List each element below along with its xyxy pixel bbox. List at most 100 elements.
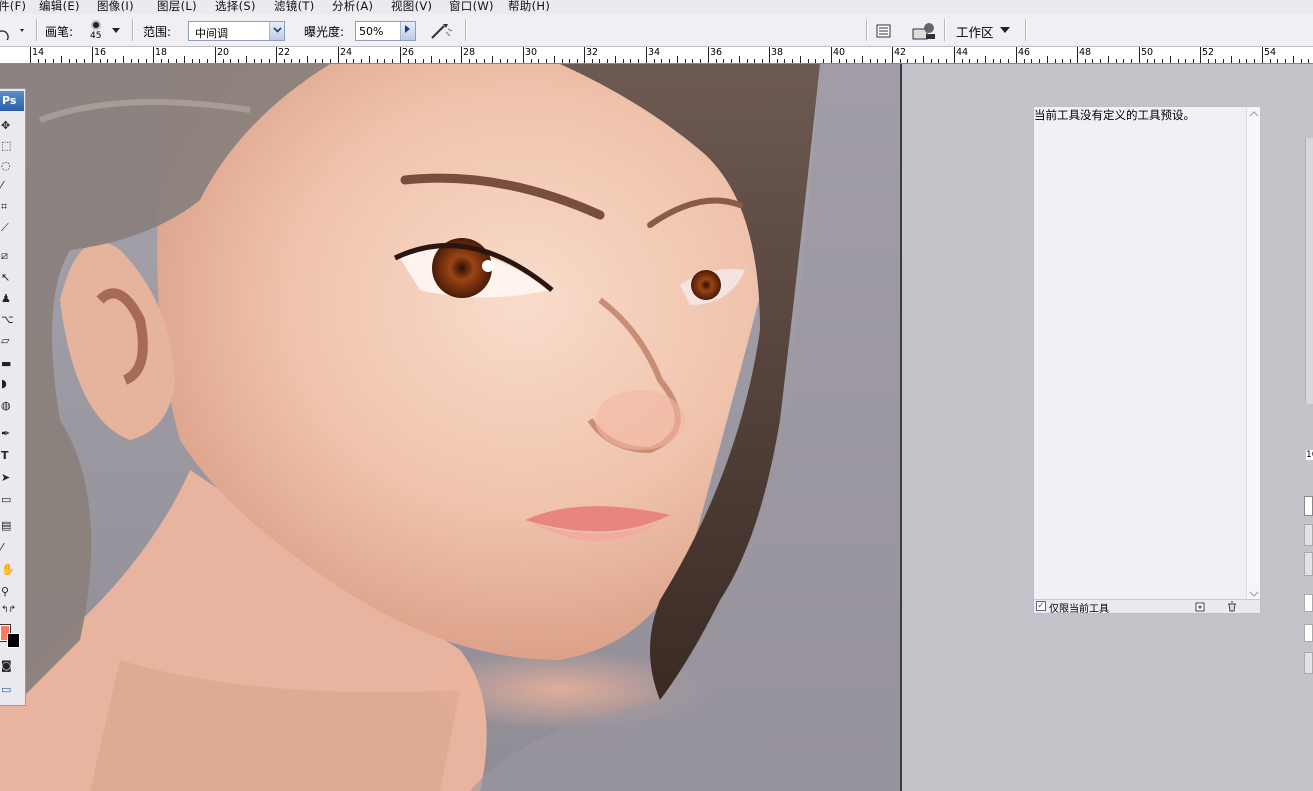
brush-preview-icon <box>91 20 101 30</box>
menu-image[interactable]: 图像(I) <box>97 0 134 14</box>
ruler-tick <box>500 59 501 63</box>
hand-icon[interactable]: ✋ <box>0 563 20 581</box>
ruler-tick <box>1215 59 1216 63</box>
ruler-tick <box>747 59 748 63</box>
ruler-tick <box>685 59 686 63</box>
ruler-tick <box>870 59 871 63</box>
ruler-label: 20 <box>217 47 230 58</box>
tool-preset-picker[interactable] <box>0 22 30 44</box>
quick-mask-icon[interactable]: ◙ <box>0 659 20 677</box>
palette-well-button[interactable] <box>874 22 894 40</box>
blur-icon[interactable]: ◗ <box>0 377 20 395</box>
new-preset-icon[interactable] <box>1194 601 1206 612</box>
preset-footer: ✓ 仅限当前工具 <box>1034 599 1260 615</box>
ruler-tick <box>977 59 978 63</box>
ruler-tick <box>985 56 986 63</box>
ruler-tick <box>1270 59 1271 63</box>
dodge-icon[interactable]: ◍ <box>0 399 20 417</box>
delete-preset-icon[interactable] <box>1226 601 1238 612</box>
menu-analysis[interactable]: 分析(A) <box>332 0 373 14</box>
current-tool-only-checkbox[interactable]: ✓ <box>1036 601 1046 611</box>
ruler-tick <box>131 59 132 63</box>
menu-help[interactable]: 帮助(H) <box>508 0 550 14</box>
clone-stamp-icon[interactable]: ♟ <box>0 292 20 310</box>
ruler-tick <box>562 59 563 63</box>
ruler-tick <box>1047 56 1048 63</box>
document-canvas[interactable] <box>0 64 900 791</box>
ruler-tick <box>1000 59 1001 63</box>
history-brush-icon[interactable]: ⌥ <box>0 313 20 331</box>
move-icon[interactable]: ✥ <box>0 119 20 137</box>
ruler-tick <box>1301 59 1302 63</box>
ruler-tick <box>531 59 532 63</box>
brush-icon[interactable]: ↖ <box>0 271 20 289</box>
healing-brush-icon[interactable]: ⧄ <box>0 249 20 267</box>
ruler-tick <box>276 47 277 63</box>
notes-icon[interactable]: ▤ <box>0 519 20 537</box>
type-icon[interactable]: T <box>0 449 20 467</box>
exposure-value: 50% <box>359 25 384 38</box>
swap-colors-icon[interactable]: ↰↱ <box>0 605 20 623</box>
current-tool-only-label: 仅限当前工具 <box>1049 604 1109 615</box>
ruler-tick <box>1085 59 1086 63</box>
screen-mode-icon[interactable]: ▭ <box>0 683 20 701</box>
ruler-tick <box>716 59 717 63</box>
ruler-tick <box>377 59 378 63</box>
menu-window[interactable]: 窗口(W) <box>449 0 494 14</box>
exposure-slider-button[interactable] <box>400 22 415 40</box>
brush-picker[interactable]: 45 <box>84 18 124 44</box>
path-select-icon[interactable]: ➤ <box>0 471 20 489</box>
ruler-tick <box>577 59 578 63</box>
magic-wand-icon[interactable]: ⁄ <box>0 179 20 197</box>
gradient-icon[interactable]: ▬ <box>0 357 20 375</box>
ruler-tick <box>207 59 208 63</box>
range-dropdown-button[interactable] <box>269 22 284 40</box>
workspace-label: 工作区 <box>956 25 994 40</box>
workspace-menu[interactable]: 工作区 <box>956 22 1016 40</box>
ruler-tick <box>615 56 616 63</box>
ruler-label: 30 <box>525 47 538 58</box>
ruler-tick <box>900 59 901 63</box>
ruler-tick <box>1277 59 1278 63</box>
zoom-icon[interactable]: ⚲ <box>0 585 20 603</box>
ruler-tick <box>461 47 462 63</box>
crop-icon[interactable]: ⌗ <box>0 200 20 218</box>
ruler-tick <box>731 59 732 63</box>
ruler-tick <box>161 59 162 63</box>
toolbox: Ps ✥ ⬚ ◌ ⁄ ⌗ ⟋ ⧄ ↖ ♟ ⌥ ▱ ▬ ◗ ◍ ✒ T ➤ ▭ ▤… <box>0 88 26 706</box>
slice-icon[interactable]: ⟋ <box>0 221 20 239</box>
preset-scrollbar[interactable] <box>1246 107 1260 601</box>
ruler-tick <box>877 59 878 63</box>
menu-layer[interactable]: 图层(L) <box>157 0 197 14</box>
ruler-tick <box>546 59 547 63</box>
ruler-tick <box>1092 59 1093 63</box>
ruler-tick <box>199 59 200 63</box>
right-panel-partial-value: 10 <box>1306 450 1313 460</box>
chevron-down-icon <box>112 28 120 33</box>
eyedropper-icon[interactable]: ⁄ <box>0 541 20 559</box>
ruler-tick <box>439 59 440 63</box>
ruler-tick <box>654 59 655 63</box>
rectangle-shape-icon[interactable]: ▭ <box>0 493 20 511</box>
menu-filter[interactable]: 滤镜(T) <box>274 0 315 14</box>
lasso-icon[interactable]: ◌ <box>0 159 20 177</box>
right-panel-edge: 10 <box>1300 64 1313 791</box>
menu-view[interactable]: 视图(V) <box>391 0 432 14</box>
portrait-painting <box>0 64 900 791</box>
ruler-tick <box>1178 59 1179 63</box>
background-color[interactable] <box>7 633 20 648</box>
eraser-icon[interactable]: ▱ <box>0 334 20 352</box>
range-select[interactable]: 中间调 <box>188 21 285 41</box>
menu-file[interactable]: 件(F) <box>0 0 26 14</box>
menu-select[interactable]: 选择(S) <box>215 0 256 14</box>
airbrush-toggle[interactable] <box>428 20 454 42</box>
menu-edit[interactable]: 编辑(E) <box>39 0 80 14</box>
ruler-tick <box>808 59 809 63</box>
marquee-icon[interactable]: ⬚ <box>0 139 20 157</box>
pen-icon[interactable]: ✒ <box>0 427 20 445</box>
tool-preset-button[interactable] <box>910 20 938 42</box>
ruler-tick <box>700 59 701 63</box>
options-bar: 画笔: 45 范围: 中间调 曝光度: 50% 工作区 <box>0 14 1313 47</box>
ruler-tick <box>661 59 662 63</box>
exposure-field[interactable]: 50% <box>355 21 416 41</box>
